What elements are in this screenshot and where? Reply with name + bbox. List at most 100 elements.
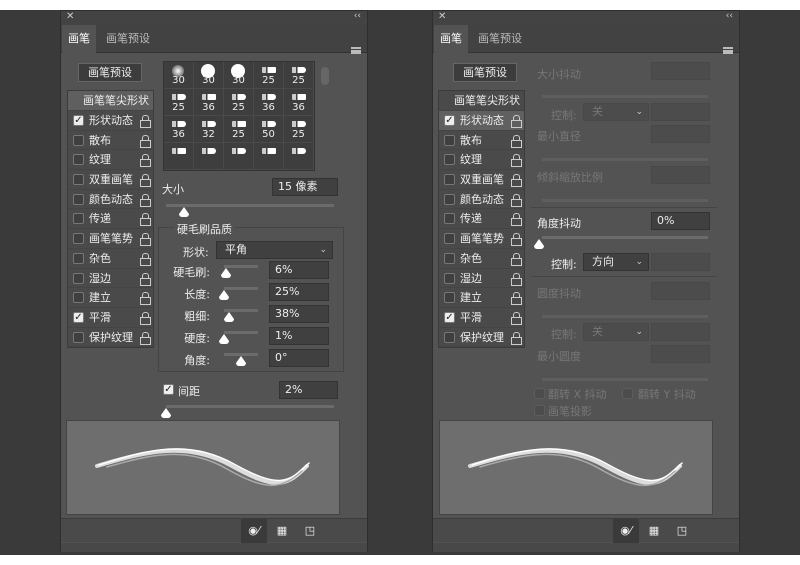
brush-tip[interactable]: 36: [284, 89, 314, 116]
list-item[interactable]: 纹理: [439, 150, 524, 171]
new-preset-icon[interactable]: ◳: [297, 519, 323, 543]
panel-menu-icon[interactable]: [723, 47, 733, 54]
list-item-brush-tip-shape[interactable]: 画笔笔尖形状: [68, 91, 153, 111]
list-item[interactable]: 散布: [68, 131, 153, 151]
lock-icon[interactable]: [511, 213, 522, 227]
list-item[interactable]: 双重画笔: [439, 170, 524, 190]
lock-icon[interactable]: [511, 233, 522, 247]
checkbox[interactable]: ✓: [444, 311, 455, 323]
brush-tip[interactable]: [254, 143, 284, 170]
grid-scrollbar[interactable]: [321, 63, 331, 169]
lock-icon[interactable]: [140, 115, 151, 128]
grid-icon[interactable]: ▦: [641, 519, 667, 543]
param-slider-handle[interactable]: [236, 356, 246, 366]
brush-tip[interactable]: 25: [224, 116, 254, 143]
collapse-icon[interactable]: ‹‹: [354, 11, 361, 21]
eye-brush-icon[interactable]: ◉⁄: [241, 519, 267, 543]
brush-presets-button[interactable]: 画笔预设: [78, 63, 142, 82]
brush-tip[interactable]: 25: [224, 89, 254, 116]
lock-icon[interactable]: [511, 311, 522, 325]
lock-icon[interactable]: [511, 115, 522, 128]
param-slider-handle[interactable]: [224, 312, 235, 322]
list-item[interactable]: 传递: [439, 209, 524, 230]
tab-brush-presets[interactable]: 画笔预设: [472, 25, 528, 53]
lock-icon[interactable]: [511, 134, 522, 148]
list-item[interactable]: 颜色动态: [68, 190, 153, 210]
list-item[interactable]: 保护纹理: [68, 328, 153, 348]
checkbox[interactable]: [73, 174, 84, 186]
brush-tip[interactable]: 25: [284, 116, 314, 143]
checkbox[interactable]: [73, 272, 84, 284]
checkbox[interactable]: [444, 213, 455, 225]
param-slider-handle[interactable]: [219, 334, 229, 344]
list-item[interactable]: 建立: [68, 288, 153, 308]
grid-icon[interactable]: ▦: [269, 519, 295, 543]
brush-tip[interactable]: 36: [254, 89, 284, 116]
angle-jitter-slider-track[interactable]: [542, 236, 708, 239]
param-input[interactable]: 1%: [269, 327, 329, 345]
list-item[interactable]: 双重画笔: [68, 170, 153, 190]
brush-tip[interactable]: 30: [194, 62, 224, 89]
list-item[interactable]: 传递: [68, 209, 153, 230]
resize-grip[interactable]: [433, 543, 739, 552]
lock-icon[interactable]: [140, 252, 151, 266]
checkbox[interactable]: [444, 233, 455, 245]
checkbox[interactable]: [73, 213, 84, 225]
list-item[interactable]: 散布: [439, 131, 524, 151]
checkbox[interactable]: [444, 193, 455, 205]
checkbox[interactable]: [444, 252, 455, 264]
list-item[interactable]: 纹理: [68, 150, 153, 171]
list-item[interactable]: 颜色动态: [439, 190, 524, 210]
brush-tip[interactable]: [164, 143, 194, 170]
size-input[interactable]: 15 像素: [272, 178, 338, 196]
lock-icon[interactable]: [511, 193, 522, 207]
tab-brush-presets[interactable]: 画笔预设: [100, 25, 156, 53]
list-item[interactable]: 建立: [439, 288, 524, 308]
panel-menu-icon[interactable]: [351, 47, 361, 54]
brush-tip[interactable]: 36: [164, 116, 194, 143]
list-item[interactable]: 画笔笔势: [68, 229, 153, 249]
checkbox[interactable]: [444, 272, 455, 284]
lock-icon[interactable]: [511, 331, 522, 345]
brush-tip[interactable]: 25: [164, 89, 194, 116]
lock-icon[interactable]: [511, 154, 522, 168]
brush-tip[interactable]: 25: [284, 62, 314, 89]
lock-icon[interactable]: [140, 311, 151, 325]
close-icon[interactable]: ✕: [438, 11, 446, 22]
lock-icon[interactable]: [140, 154, 151, 168]
angle-jitter-input[interactable]: 0%: [651, 212, 710, 230]
checkbox[interactable]: [444, 174, 455, 186]
lock-icon[interactable]: [140, 233, 151, 247]
checkbox[interactable]: [444, 154, 455, 166]
checkbox[interactable]: ✓: [444, 115, 455, 126]
brush-tip[interactable]: [224, 143, 254, 170]
param-input[interactable]: 6%: [269, 261, 329, 279]
param-slider-handle[interactable]: [219, 290, 229, 300]
list-item-brush-tip-shape[interactable]: 画笔笔尖形状: [439, 91, 524, 111]
lock-icon[interactable]: [140, 134, 151, 148]
list-item[interactable]: ✓ 平滑: [439, 308, 524, 328]
size-slider-handle[interactable]: [179, 207, 189, 217]
checkbox[interactable]: ✓: [73, 115, 84, 126]
lock-icon[interactable]: [511, 272, 522, 286]
list-item[interactable]: 湿边: [439, 269, 524, 289]
lock-icon[interactable]: [140, 174, 151, 188]
collapse-icon[interactable]: ‹‹: [726, 11, 733, 21]
brush-tip[interactable]: 25: [254, 62, 284, 89]
list-item[interactable]: 杂色: [439, 249, 524, 269]
lock-icon[interactable]: [140, 213, 151, 227]
list-item[interactable]: 画笔笔势: [439, 229, 524, 249]
checkbox[interactable]: [73, 134, 84, 146]
size-slider-track[interactable]: [166, 204, 334, 207]
list-item[interactable]: 杂色: [68, 249, 153, 269]
param-input[interactable]: 38%: [269, 305, 329, 323]
lock-icon[interactable]: [511, 174, 522, 188]
lock-icon[interactable]: [511, 292, 522, 306]
lock-icon[interactable]: [511, 252, 522, 266]
list-item[interactable]: ✓ 形状动态: [68, 111, 153, 131]
resize-grip[interactable]: [61, 543, 367, 552]
lock-icon[interactable]: [140, 193, 151, 207]
checkbox[interactable]: [73, 331, 84, 343]
close-icon[interactable]: ✕: [66, 11, 74, 22]
list-item[interactable]: ✓ 平滑: [68, 308, 153, 328]
